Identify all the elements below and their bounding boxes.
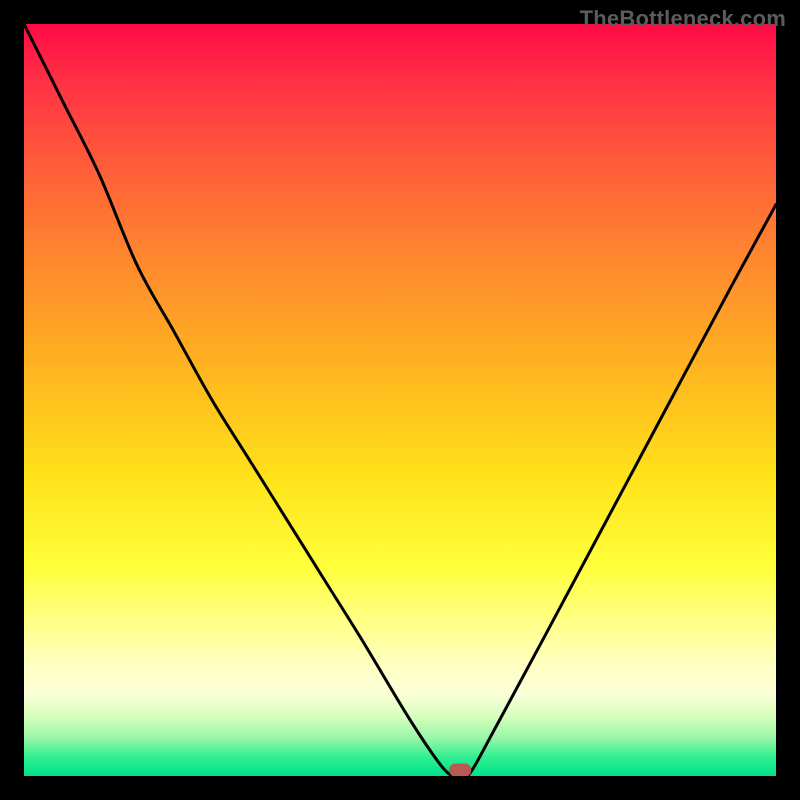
chart-gradient-background [24, 24, 776, 776]
chart-frame: TheBottleneck.com [0, 0, 800, 800]
watermark-text: TheBottleneck.com [580, 6, 786, 32]
